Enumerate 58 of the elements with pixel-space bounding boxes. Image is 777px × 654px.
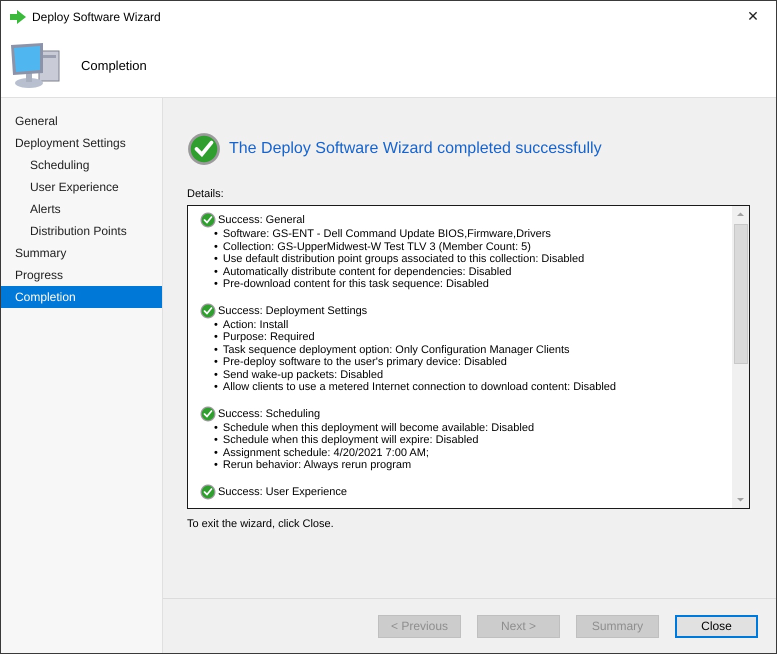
bullet: • — [214, 318, 218, 331]
detail-item: Schedule when this deployment will expire: Disabled — [222, 434, 478, 446]
sidebar-item[interactable]: Alerts — [1, 198, 162, 220]
success-check-icon — [200, 302, 216, 318]
sidebar-item[interactable]: General — [1, 110, 162, 132]
bullet: • — [214, 278, 218, 290]
window-title: Deploy Software Wizard — [32, 10, 162, 24]
bullet: • — [214, 434, 218, 446]
detail-item: Software: GS-ENT - Dell Command Update BIOS,Firmware,Drivers — [222, 228, 551, 240]
bullet: • — [214, 446, 218, 459]
detail-item: Allow clients to use a metered Internet connection to download content: Disabled — [222, 381, 616, 394]
detail-item: Collection: GS-UpperMidwest-W Test TLV 3 (Member Count: 5) — [222, 240, 531, 253]
success-check-icon — [200, 406, 216, 422]
bullet: • — [214, 459, 218, 472]
scrollbar[interactable] — [732, 206, 749, 508]
detail-item: Purpose: Required — [222, 331, 315, 344]
bullet: • — [214, 266, 218, 278]
wizard-button[interactable]: Close — [675, 614, 758, 638]
section-title: Success: General — [218, 214, 305, 226]
bullet: • — [214, 344, 218, 356]
bullet: • — [214, 381, 218, 394]
section-title: Success: Scheduling — [218, 408, 320, 420]
details-label: Details: — [187, 188, 225, 200]
detail-item: Action: Install — [222, 318, 288, 331]
section-title: Success: Deployment Settings — [218, 304, 368, 316]
bullet: • — [214, 331, 218, 344]
bullet: • — [214, 422, 218, 434]
page-title: Completion — [81, 58, 147, 72]
detail-item: Assignment schedule: 4/20/2021 7:00 AM; — [222, 446, 429, 459]
success-check-icon — [200, 212, 216, 228]
sidebar-item[interactable]: User Experience — [1, 176, 162, 198]
scroll-thumb[interactable] — [734, 224, 748, 364]
detail-item: Task sequence deployment option: Only Configuration Manager Clients — [222, 344, 570, 356]
sidebar-item[interactable]: Summary — [1, 242, 162, 264]
result-heading: The Deploy Software Wizard completed successfully — [229, 140, 602, 158]
bullet: • — [214, 253, 218, 266]
detail-item: Pre-deploy software to the user's primary device: Disabled — [222, 356, 507, 368]
sidebar-item[interactable]: Deployment Settings — [1, 132, 162, 154]
detail-item: Schedule when this deployment will become available: Disabled — [222, 422, 534, 434]
detail-item: Rerun behavior: Always rerun program — [222, 459, 412, 472]
success-check-icon — [187, 132, 221, 166]
bullet: • — [214, 368, 218, 381]
bullet: • — [214, 240, 218, 253]
bullet: • — [214, 356, 218, 368]
sidebar-item[interactable]: Completion — [1, 286, 162, 308]
sidebar-item[interactable]: Distribution Points — [1, 220, 162, 242]
detail-item: Use default distribution point groups associated to this collection: Disabled — [222, 253, 584, 266]
exit-note: To exit the wizard, click Close. — [187, 518, 335, 530]
sidebar-item[interactable]: Progress — [1, 264, 162, 286]
success-check-icon — [200, 484, 216, 500]
detail-item: Automatically distribute content for dependencies: Disabled — [222, 266, 512, 278]
detail-item: Send wake-up packets: Disabled — [222, 368, 384, 381]
detail-item: Pre-download content for this task sequence: Disabled — [222, 278, 489, 290]
bullet: • — [214, 228, 218, 240]
close-button[interactable]: ✕ — [730, 1, 776, 33]
arrow-icon — [10, 10, 26, 24]
section-title: Success: User Experience — [218, 486, 347, 498]
sidebar-item[interactable]: Scheduling — [1, 154, 162, 176]
